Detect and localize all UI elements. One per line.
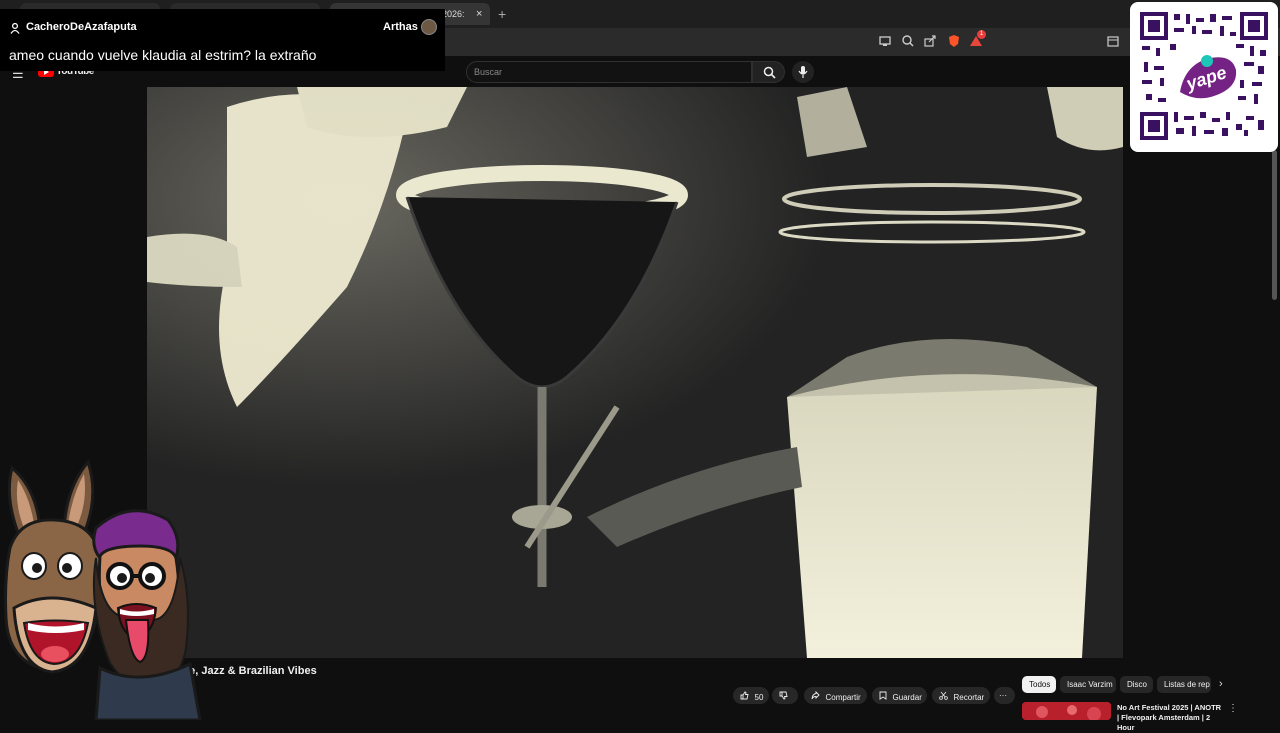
share-icon[interactable] bbox=[922, 34, 938, 50]
recommendation-thumbnail[interactable] bbox=[1022, 702, 1111, 720]
clip-button[interactable]: Recortar bbox=[932, 687, 990, 704]
save-label: Guardar bbox=[892, 693, 922, 702]
chip-listas[interactable]: Listas de rep bbox=[1157, 676, 1211, 693]
share-arrow-icon bbox=[811, 690, 823, 702]
chip-disco[interactable]: Disco bbox=[1120, 676, 1153, 693]
microphone-icon bbox=[798, 66, 808, 78]
dislike-button[interactable] bbox=[772, 687, 798, 704]
brave-rewards-icon[interactable]: 1 bbox=[968, 30, 986, 50]
scissors-icon bbox=[939, 691, 951, 702]
brave-shields-icon[interactable] bbox=[946, 34, 962, 50]
bookmark-icon bbox=[879, 691, 890, 702]
streamer-mascot-overlay bbox=[4, 458, 202, 720]
search-icon bbox=[763, 66, 776, 79]
share-button[interactable]: Compartir bbox=[804, 687, 867, 704]
thumbs-down-icon bbox=[779, 691, 788, 702]
chat-username: CacheroDeAzafaputa bbox=[26, 21, 137, 33]
streamer-avatar bbox=[421, 19, 437, 35]
like-button[interactable]: 50 bbox=[733, 687, 769, 704]
tab-close-icon[interactable]: × bbox=[476, 8, 482, 20]
cast-icon[interactable] bbox=[877, 34, 893, 50]
chip-todos[interactable]: Todos bbox=[1022, 676, 1056, 693]
save-button[interactable]: Guardar bbox=[872, 687, 927, 704]
new-tab-button[interactable]: + bbox=[498, 6, 506, 22]
more-actions-button[interactable]: ··· bbox=[994, 687, 1015, 704]
chat-message: ameo cuando vuelve klaudia al estrim? la… bbox=[9, 47, 317, 63]
share-label: Compartir bbox=[825, 693, 861, 702]
clip-label: Recortar bbox=[953, 693, 985, 702]
tab-search-icon[interactable] bbox=[1105, 34, 1121, 50]
video-frame bbox=[147, 87, 1123, 658]
search-input[interactable] bbox=[474, 66, 734, 78]
thumbs-up-icon bbox=[740, 691, 752, 702]
video-player[interactable] bbox=[147, 87, 1123, 658]
rewards-badge: 1 bbox=[977, 30, 986, 39]
recommendation-title[interactable]: No Art Festival 2025 | ANOTR | Flevopark… bbox=[1117, 703, 1225, 733]
qr-code: yape bbox=[1140, 12, 1268, 140]
chat-streamer-name: Arthas bbox=[383, 21, 418, 33]
voice-search-button[interactable] bbox=[792, 61, 814, 83]
user-icon bbox=[10, 21, 20, 39]
like-count: 50 bbox=[754, 693, 764, 702]
more-vert-icon[interactable]: ⋮ bbox=[1228, 703, 1238, 714]
page-scrollbar[interactable] bbox=[1272, 150, 1277, 300]
tab-label: 2026: bbox=[442, 9, 465, 19]
chevron-right-icon[interactable]: › bbox=[1219, 678, 1223, 690]
chip-isaac-varzim[interactable]: Isaac Varzim bbox=[1060, 676, 1116, 693]
zoom-icon[interactable] bbox=[900, 34, 916, 50]
search-button[interactable] bbox=[752, 61, 785, 83]
